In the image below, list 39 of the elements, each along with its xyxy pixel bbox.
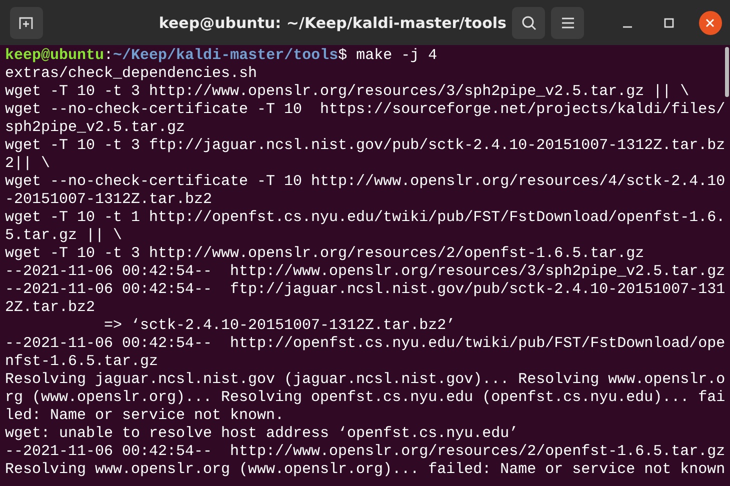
output-line: 2Z.tar.bz2 [5,299,96,317]
output-line: rg (www.openslr.org)... Resolving openfst.cs.nyu.edu (openfst.cs.nyu.edu)... fai [5,389,725,407]
output-line: 5.tar.gz || \ [5,227,124,245]
output-line: wget --no-check-certificate -T 10 https://sourceforge.net/projects/kaldi/files/ [5,101,725,119]
menu-icon [560,16,575,28]
new-tab-icon [18,14,34,30]
search-icon [520,14,537,30]
output-line: --2021-11-06 00:42:54-- http://www.openslr.org/resources/2/openfst-1.6.5.tar.gz [5,443,725,461]
output-line: sph2pipe_v2.5.tar.gz [5,119,186,137]
prompt-separator: : [104,47,114,64]
maximize-icon [664,18,674,28]
output-line: wget -T 10 -t 3 ftp://jaguar.ncsl.nist.gov/pub/sctk-2.4.10-20151007-1312Z.tar.bz [5,137,725,155]
command-text: $ make -j 4 [338,47,438,64]
menu-button[interactable] [551,6,584,38]
search-button[interactable] [512,6,546,38]
output-line: led: Name or service not known. [5,407,286,425]
output-line: wget -T 10 -t 3 http://www.openslr.org/resources/2/openfst-1.6.5.tar.gz [5,245,646,263]
prompt-user-host: keep@ubuntu [5,47,104,64]
output-line: nfst-1.6.5.tar.gz [5,353,160,371]
scrollbar-thumb[interactable] [725,47,729,97]
prompt-path: ~/Keep/kaldi-master/tools [113,47,338,64]
output-line: extras/check_dependencies.sh [5,65,258,83]
new-tab-button[interactable] [10,6,43,38]
output-line: => ‘sctk-2.4.10-20151007-1312Z.tar.bz2’ [103,317,456,335]
output-line: wget -T 10 -t 3 http://www.openslr.org/resources/3/sph2pipe_v2.5.tar.gz || \ [5,83,690,101]
close-button[interactable] [698,10,722,34]
output-line: wget: unable to resolve host address ‘openfst.cs.nyu.edu’ [5,425,520,443]
output-line: wget --no-check-certificate -T 10 http://www.openslr.org/resources/4/sctk-2.4.10 [5,173,725,191]
output-line: --2021-11-06 00:42:54-- http://openfst.cs.nyu.edu/twiki/pub/FST/FstDownload/ope [5,335,725,353]
window-title: keep@ubuntu: ~/Keep/kaldi-master/tools [158,14,506,32]
output-line: --2021-11-06 00:42:54-- http://www.openslr.org/resources/3/sph2pipe_v2.5.tar.gz [5,263,725,281]
output-line: Resolving jaguar.ncsl.nist.gov (jaguar.ncsl.nist.gov)... Resolving www.openslr.o [5,371,725,389]
output-line: -20151007-1312Z.tar.bz2 [5,191,214,209]
output-line: wget -T 10 -t 1 http://openfst.cs.nyu.edu/twiki/pub/FST/FstDownload/openfst-1.6. [5,209,725,227]
close-icon [705,18,716,28]
output-line: Resolving www.openslr.org (www.openslr.org)... failed: Name or service not known [5,461,725,479]
output-line: --2021-11-06 00:42:54-- ftp://jaguar.ncsl.nist.gov/pub/sctk-2.4.10-20151007-131 [5,281,725,299]
minimize-icon [623,26,632,28]
output-line: 2|| \ [5,155,52,173]
